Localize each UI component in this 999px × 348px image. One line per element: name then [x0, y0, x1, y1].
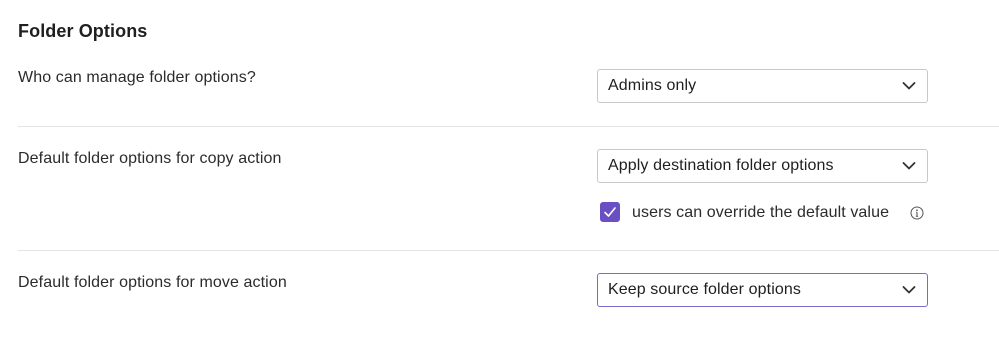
copy-action-select[interactable]: Apply destination folder options	[597, 149, 928, 183]
divider	[18, 126, 999, 127]
override-default-label: users can override the default value	[632, 204, 890, 221]
manage-folder-options-label: Who can manage folder options?	[18, 69, 256, 86]
override-default-checkbox[interactable]	[600, 202, 620, 222]
move-action-label: Default folder options for move action	[18, 274, 287, 291]
section-title: Folder Options	[18, 21, 148, 41]
info-icon[interactable]	[910, 206, 924, 220]
chevron-down-icon	[902, 82, 916, 90]
checkmark-icon	[604, 207, 616, 217]
manage-folder-options-value: Admins only	[608, 77, 697, 94]
move-action-value: Keep source folder options	[608, 281, 801, 298]
chevron-down-icon	[902, 162, 916, 170]
divider	[18, 250, 999, 251]
manage-folder-options-select[interactable]: Admins only	[597, 69, 928, 103]
chevron-down-icon	[902, 286, 916, 294]
move-action-select[interactable]: Keep source folder options	[597, 273, 928, 307]
copy-action-value: Apply destination folder options	[608, 157, 834, 174]
copy-action-label: Default folder options for copy action	[18, 150, 282, 167]
